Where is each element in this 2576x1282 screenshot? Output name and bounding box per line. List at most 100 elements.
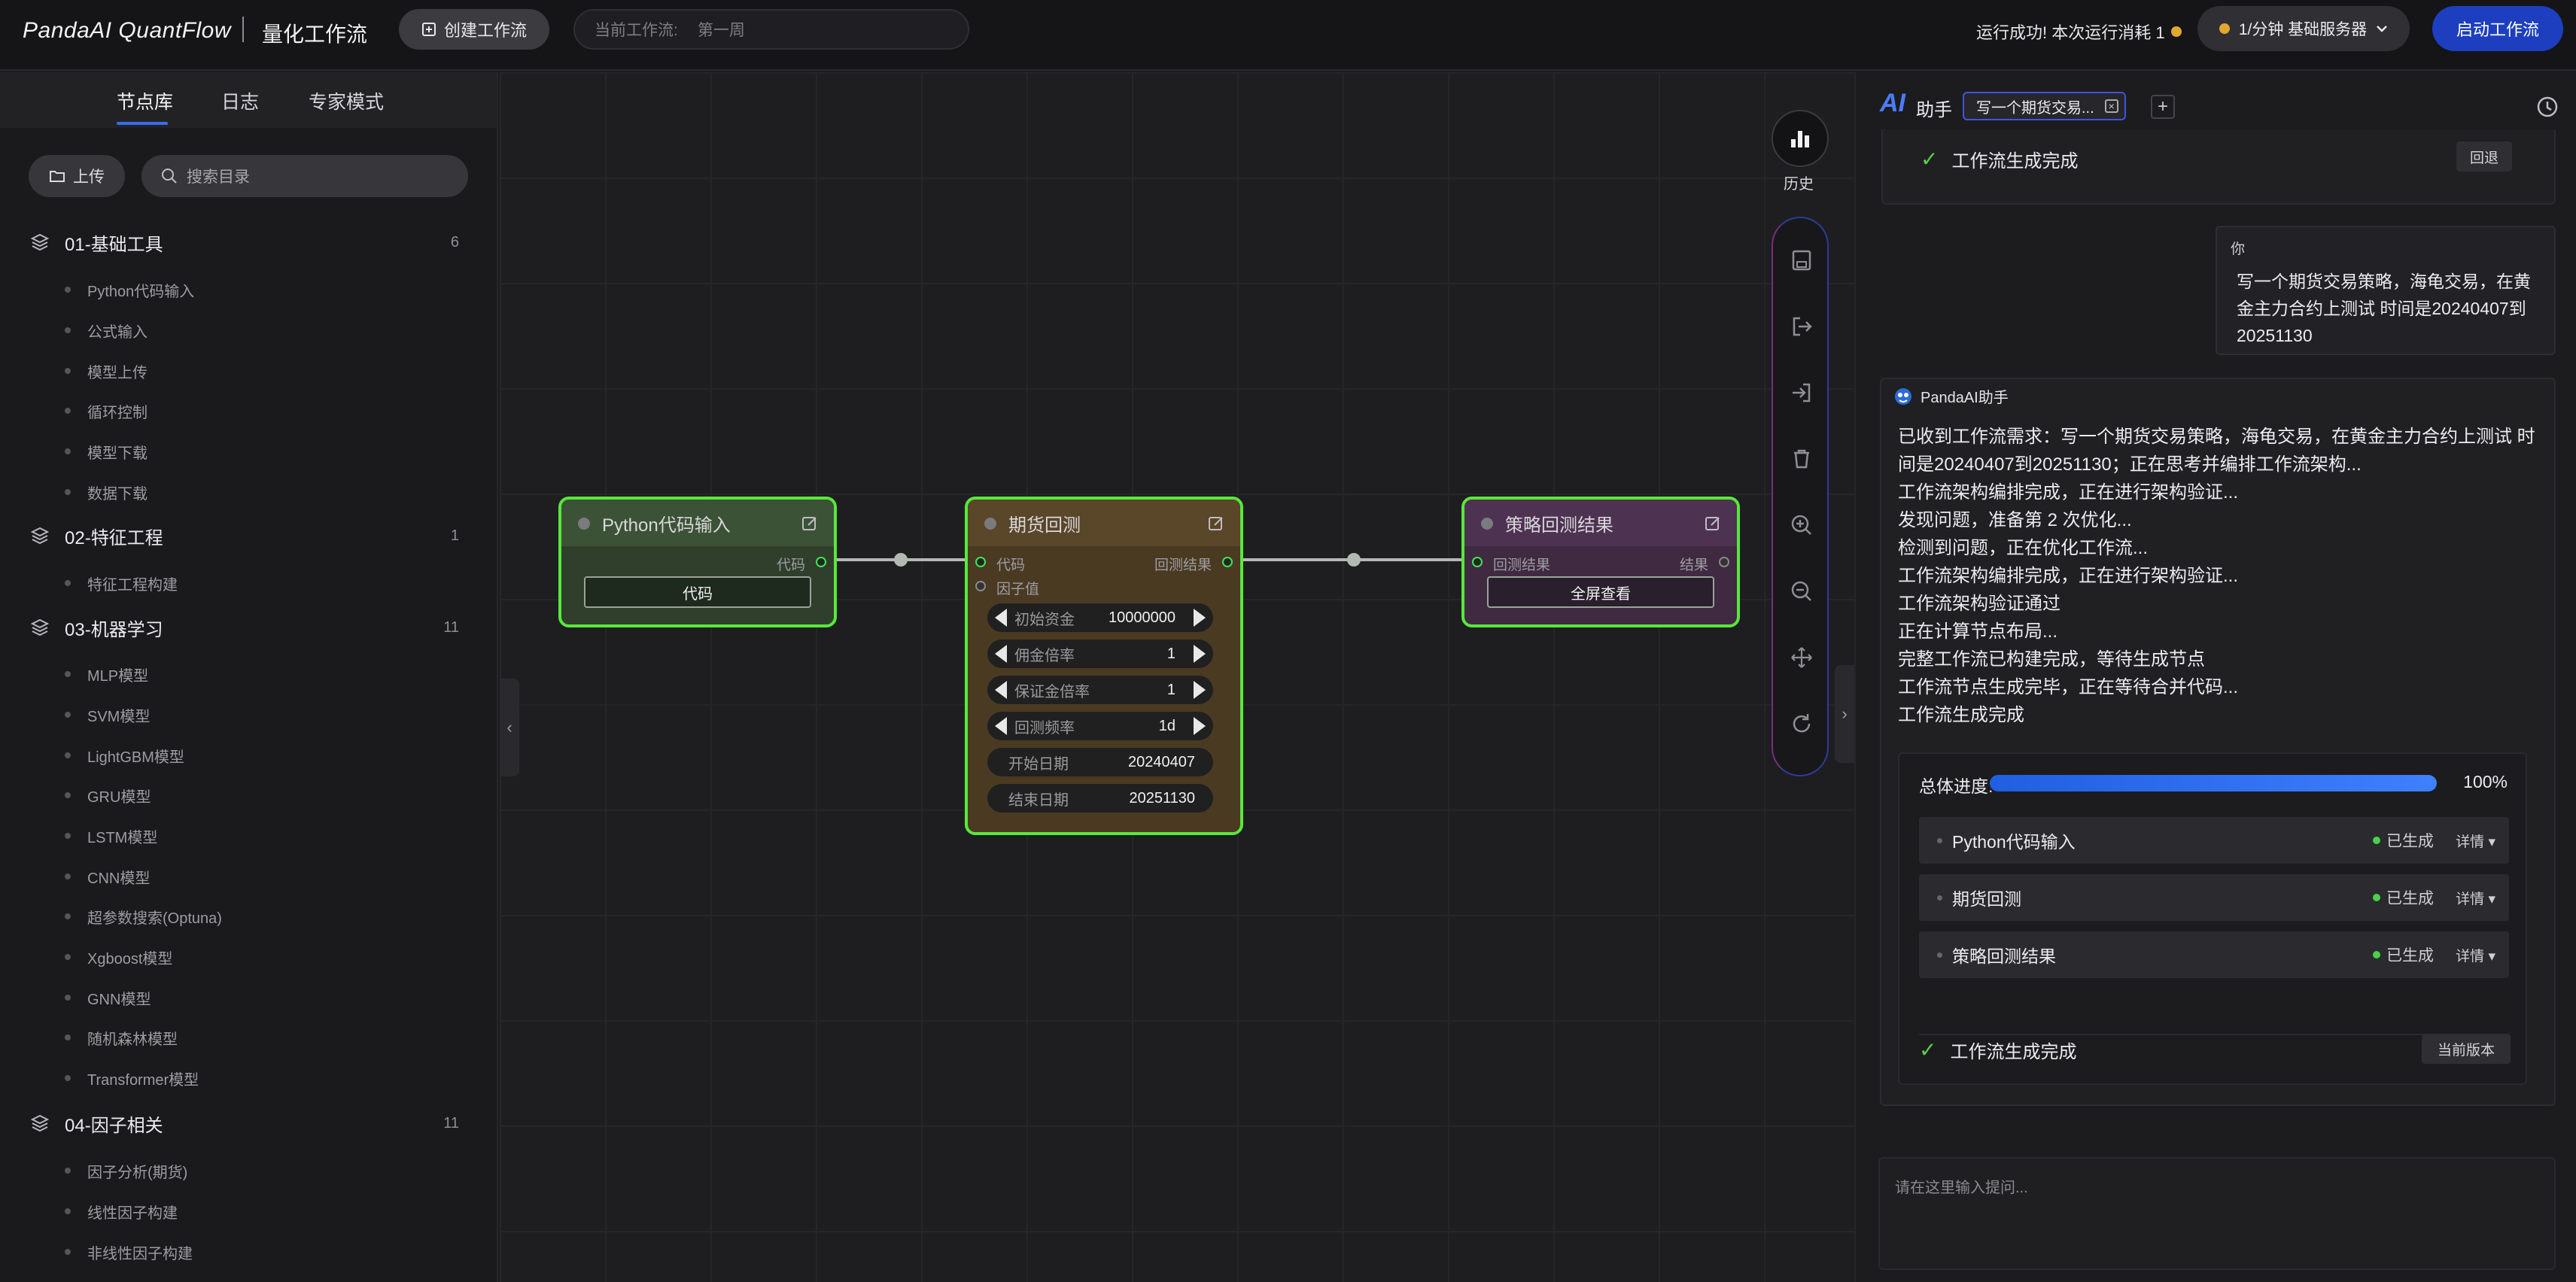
- increment-icon[interactable]: [1194, 609, 1206, 627]
- increment-icon[interactable]: [1194, 717, 1206, 735]
- tab-expert-mode[interactable]: 专家模式: [309, 87, 384, 114]
- node-item[interactable]: 模型下载: [65, 439, 148, 464]
- step-detail-toggle[interactable]: 详情 ▾: [2456, 831, 2495, 851]
- node-item[interactable]: 特征工程构建: [65, 570, 178, 596]
- tab-logs[interactable]: 日志: [221, 87, 259, 114]
- increment-icon[interactable]: [1194, 681, 1206, 699]
- node-header[interactable]: 策略回测结果: [1464, 500, 1737, 546]
- node-item[interactable]: 非线性因子构建: [65, 1239, 193, 1265]
- output-port[interactable]: [1719, 557, 1729, 567]
- node-header[interactable]: 期货回测: [968, 500, 1240, 546]
- node-header[interactable]: Python代码输入: [561, 500, 834, 546]
- close-icon[interactable]: ×: [2104, 99, 2118, 113]
- node-item[interactable]: Python代码输入: [64, 277, 194, 302]
- rollback-button[interactable]: 回退: [2456, 141, 2512, 172]
- node-strategy-backtest-result[interactable]: 策略回测结果 回测结果 结果 全屏查看: [1461, 497, 1740, 627]
- fullscreen-view-button[interactable]: 全屏查看: [1487, 576, 1714, 608]
- conversation-tab[interactable]: 写一个期货交易... ×: [1963, 92, 2126, 120]
- node-python-code-input[interactable]: Python代码输入 代码 代码: [558, 497, 837, 627]
- save-icon[interactable]: [1790, 248, 1814, 272]
- node-item[interactable]: GNN模型: [64, 985, 151, 1010]
- param-initial-capital[interactable]: 初始资金 10000000: [987, 603, 1213, 632]
- node-item[interactable]: SVM模型: [64, 702, 150, 728]
- node-item[interactable]: 线性因子构建: [65, 1198, 178, 1224]
- node-item[interactable]: LSTM模型: [64, 823, 157, 849]
- decrement-icon[interactable]: [995, 681, 1007, 699]
- node-item[interactable]: Xgboost模型: [64, 944, 172, 970]
- node-item[interactable]: 超参数搜索(Optuna): [65, 904, 222, 929]
- export-icon[interactable]: [1790, 314, 1814, 339]
- add-conversation-button[interactable]: +: [2151, 95, 2175, 119]
- node-futures-backtest[interactable]: 期货回测 代码 因子值 回测结果 初始资金 10000000 佣金倍率 1 保证…: [965, 497, 1243, 835]
- progress-card: 总体进度: 100% Python代码输入 已生成 详情 ▾ 期货回测 已生成 …: [1898, 752, 2527, 1085]
- category-feature-engineering[interactable]: 02-特征工程 1: [30, 521, 467, 551]
- node-item[interactable]: 循环控制: [65, 398, 148, 424]
- current-version-button[interactable]: 当前版本: [2422, 1034, 2511, 1064]
- param-end-date[interactable]: 结束日期 20251130: [987, 784, 1213, 813]
- category-basic-tools[interactable]: 01-基础工具 6: [30, 227, 467, 257]
- server-selector[interactable]: 1/分钟 基础服务器: [2197, 6, 2410, 51]
- status-dot-icon: [2373, 837, 2380, 844]
- decrement-icon[interactable]: [995, 717, 1007, 735]
- category-title: 01-基础工具: [65, 234, 163, 255]
- param-value: 1d: [1158, 717, 1175, 734]
- category-factors[interactable]: 04-因子相关 11: [30, 1108, 467, 1138]
- clock-icon[interactable]: [2535, 95, 2559, 119]
- step-row-result[interactable]: 策略回测结果 已生成 详情 ▾: [1919, 931, 2509, 978]
- collapse-sidebar-handle[interactable]: ‹: [500, 679, 519, 776]
- create-workflow-button[interactable]: 创建工作流: [399, 9, 549, 50]
- increment-icon[interactable]: [1194, 645, 1206, 663]
- param-commission-multiplier[interactable]: 佣金倍率 1: [987, 639, 1213, 668]
- connection-midpoint[interactable]: [1347, 553, 1361, 567]
- node-item[interactable]: 因子分析(期货): [64, 1158, 187, 1183]
- previous-result-card: ✓ 工作流生成完成 回退: [1881, 129, 2556, 205]
- ai-title: 助手: [1916, 100, 1952, 120]
- decrement-icon[interactable]: [995, 609, 1007, 627]
- output-port[interactable]: [816, 557, 826, 567]
- node-item[interactable]: 随机森林模型: [65, 1025, 178, 1050]
- param-backtest-frequency[interactable]: 回测频率 1d: [987, 712, 1213, 740]
- output-port[interactable]: [1222, 557, 1233, 567]
- connection-midpoint[interactable]: [894, 553, 908, 567]
- chat-input[interactable]: 请在这里输入提问...: [1878, 1157, 2556, 1270]
- step-detail-toggle[interactable]: 详情 ▾: [2456, 888, 2495, 908]
- tab-node-library[interactable]: 节点库: [117, 87, 173, 114]
- step-detail-toggle[interactable]: 详情 ▾: [2456, 945, 2495, 965]
- current-workflow-field[interactable]: 当前工作流: 第一周: [573, 9, 969, 50]
- node-item[interactable]: 公式输入: [65, 317, 148, 343]
- node-item[interactable]: MLP模型: [64, 661, 148, 687]
- input-port[interactable]: [975, 557, 986, 567]
- input-port[interactable]: [975, 581, 986, 591]
- edit-icon[interactable]: [801, 515, 819, 533]
- param-start-date[interactable]: 开始日期 20240407: [987, 748, 1213, 776]
- sidebar-tabs: 节点库 日志 专家模式: [0, 72, 497, 128]
- edit-icon[interactable]: [1207, 515, 1225, 533]
- upload-button[interactable]: 上传: [29, 155, 125, 197]
- refresh-icon[interactable]: [1790, 712, 1814, 736]
- trash-icon[interactable]: [1790, 447, 1814, 471]
- step-row-python[interactable]: Python代码输入 已生成 详情 ▾: [1919, 817, 2509, 864]
- node-item[interactable]: GRU模型: [64, 782, 151, 808]
- node-item[interactable]: 模型上传: [65, 358, 148, 384]
- zoom-in-icon[interactable]: [1790, 513, 1814, 537]
- launch-workflow-button[interactable]: 启动工作流: [2432, 6, 2563, 51]
- code-button[interactable]: 代码: [584, 576, 811, 608]
- import-icon[interactable]: [1790, 381, 1814, 405]
- step-status-text: 已生成: [2386, 947, 2434, 965]
- collapse-ai-panel-handle[interactable]: ›: [1835, 665, 1854, 763]
- node-item[interactable]: 数据下载: [65, 479, 148, 505]
- category-machine-learning[interactable]: 03-机器学习 11: [30, 612, 467, 643]
- edit-icon[interactable]: [1704, 515, 1722, 533]
- catalog-search-input[interactable]: 搜索目录: [141, 155, 468, 197]
- history-button[interactable]: [1772, 110, 1829, 167]
- zoom-out-icon[interactable]: [1790, 579, 1814, 603]
- node-item[interactable]: CNN模型: [64, 864, 150, 889]
- node-item[interactable]: Transformer模型: [64, 1065, 199, 1091]
- decrement-icon[interactable]: [995, 645, 1007, 663]
- node-item[interactable]: LightGBM模型: [65, 743, 184, 768]
- step-row-backtest[interactable]: 期货回测 已生成 详情 ▾: [1919, 874, 2509, 921]
- move-icon[interactable]: [1790, 646, 1814, 670]
- search-icon: [162, 169, 177, 184]
- param-margin-multiplier[interactable]: 保证金倍率 1: [987, 676, 1213, 704]
- input-port[interactable]: [1472, 557, 1483, 567]
